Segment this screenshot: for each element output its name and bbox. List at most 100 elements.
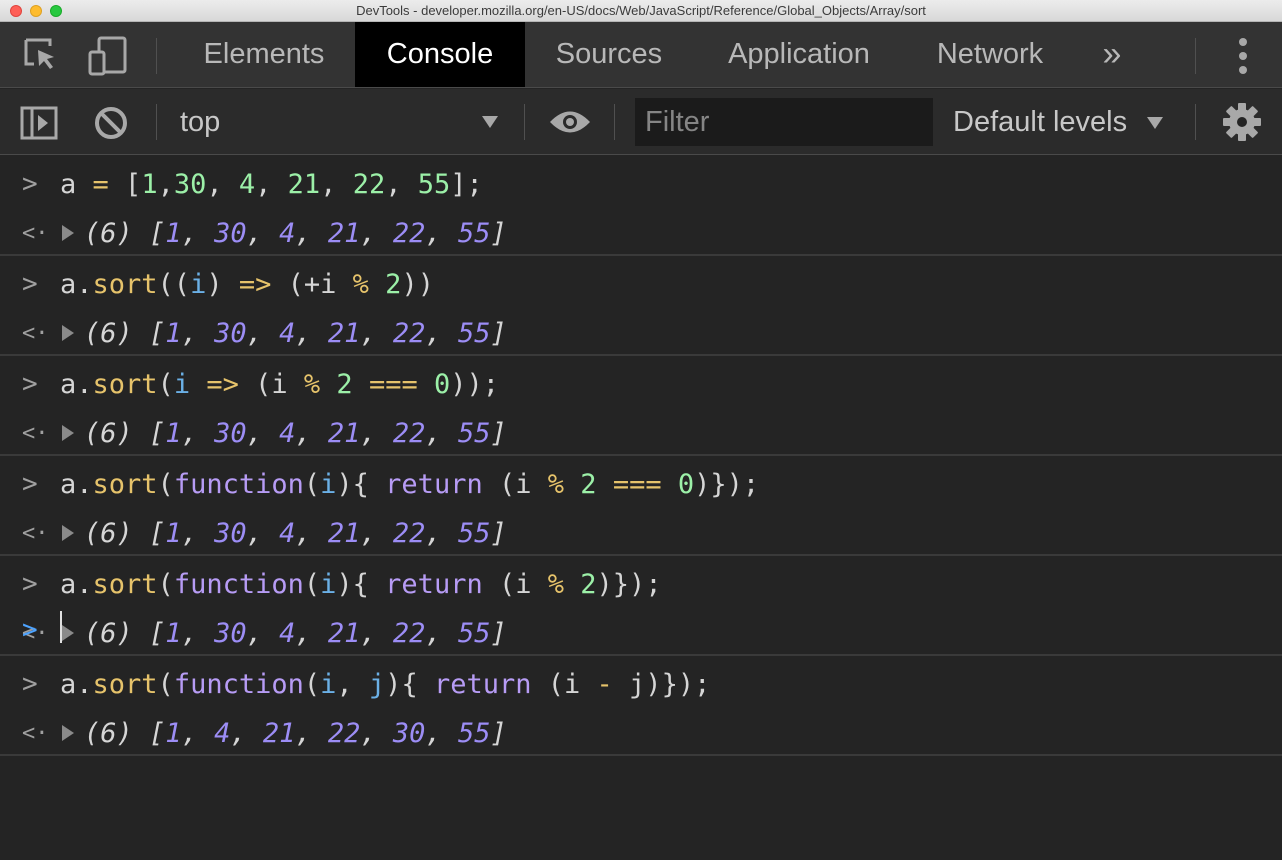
- array-result[interactable]: (6) [1, 30, 4, 21, 22, 55]: [62, 308, 507, 358]
- console-prompt-icon: >: [22, 615, 38, 645]
- expand-triangle-icon[interactable]: [62, 425, 74, 441]
- code-token: ===: [368, 368, 418, 400]
- expand-triangle-icon[interactable]: [62, 325, 74, 341]
- array-length: (6): [84, 217, 150, 249]
- input-chevron-icon: >: [22, 169, 38, 199]
- code-token: (: [303, 568, 321, 600]
- code-token: [: [125, 168, 142, 200]
- tab-application[interactable]: Application: [700, 22, 898, 87]
- code-token: sort: [92, 268, 158, 300]
- code-token: i: [320, 468, 337, 500]
- input-chevron-icon: >: [22, 369, 38, 399]
- console-input-code: a. sort(i => (i % 2 === 0));: [60, 359, 499, 409]
- toolbar-divider: [156, 38, 157, 74]
- array-value: 30: [214, 217, 247, 249]
- code-token: (: [303, 668, 321, 700]
- context-selector[interactable]: top: [180, 89, 220, 155]
- input-chevron-icon: >: [22, 669, 38, 699]
- tab-sources[interactable]: Sources: [530, 22, 688, 87]
- array-value: 30: [392, 717, 426, 749]
- code-token: %: [547, 468, 565, 500]
- console-entry: > a. sort(i => (i % 2 === 0)); <· (6) [1, 30…: [0, 356, 1282, 456]
- code-token: 2: [580, 568, 597, 600]
- code-token: ): [206, 268, 239, 300]
- toolbar-divider: [156, 104, 157, 140]
- tab-console[interactable]: Console: [355, 22, 525, 87]
- zoom-window-button[interactable]: [50, 5, 62, 17]
- code-token: sort: [92, 568, 158, 600]
- array-result[interactable]: (6) [1, 4, 21, 22, 30, 55]: [62, 708, 507, 758]
- console-result-line: <· (6) [1, 30, 4, 21, 22, 55]: [0, 408, 1282, 458]
- array-value: 1: [165, 717, 182, 749]
- console-input-code: a = [1, 30, 4, 21, 22, 55];: [60, 159, 483, 209]
- array-length: (6): [84, 717, 150, 749]
- console-entry: > a = [1, 30, 4, 21, 22, 55]; <· (6) [1, 30,…: [0, 156, 1282, 256]
- array-value: 21: [327, 317, 361, 349]
- console-input-code: a. sort(function(i){ return (i % 2)});: [60, 559, 662, 609]
- expand-triangle-icon[interactable]: [62, 625, 74, 641]
- code-token: =>: [238, 268, 272, 300]
- code-token: function: [173, 668, 304, 700]
- expand-triangle-icon[interactable]: [62, 525, 74, 541]
- code-token: (: [157, 468, 174, 500]
- code-token: =: [76, 168, 126, 200]
- device-toolbar-icon[interactable]: [88, 36, 128, 76]
- array-value: 22: [392, 417, 426, 449]
- tab-elements[interactable]: Elements: [176, 22, 352, 87]
- sidebar-toggle-icon[interactable]: [20, 106, 58, 140]
- code-token: a: [60, 168, 77, 200]
- eye-icon[interactable]: [548, 109, 592, 135]
- code-token: i: [173, 368, 191, 400]
- array-result[interactable]: (6) [1, 30, 4, 21, 22, 55]: [62, 208, 507, 258]
- code-token: function: [173, 568, 304, 600]
- array-result[interactable]: (6) [1, 30, 4, 21, 22, 55]: [62, 408, 507, 458]
- console-input-caret[interactable]: [60, 611, 62, 643]
- array-value: 21: [327, 217, 361, 249]
- code-token: ));: [450, 368, 500, 400]
- array-value: 4: [279, 317, 296, 349]
- code-token: )): [401, 268, 434, 300]
- code-token: )});: [694, 468, 760, 500]
- filter-input[interactable]: [635, 98, 933, 146]
- array-value: 22: [392, 217, 426, 249]
- console-input-line: > a. sort(function(i){ return (i % 2 === 0…: [0, 459, 1282, 509]
- array-value: 22: [327, 717, 361, 749]
- array-value: 55: [457, 217, 491, 249]
- toolbar-divider: [1195, 38, 1196, 74]
- tab-network[interactable]: Network: [910, 22, 1070, 87]
- inspect-element-icon[interactable]: [22, 36, 62, 76]
- chevron-down-icon[interactable]: [1145, 112, 1165, 132]
- vertical-dots-icon[interactable]: [1226, 36, 1260, 76]
- code-token: %: [352, 268, 369, 300]
- expand-triangle-icon[interactable]: [62, 725, 74, 741]
- double-chevron-right-icon[interactable]: »: [1092, 22, 1132, 87]
- array-value: 1: [165, 317, 182, 349]
- close-window-button[interactable]: [10, 5, 22, 17]
- console-input-line: > a. sort(i => (i % 2 === 0));: [0, 359, 1282, 409]
- result-arrow-icon: <·: [22, 220, 49, 246]
- array-result[interactable]: (6) [1, 30, 4, 21, 22, 55]: [62, 608, 507, 658]
- code-token: ): [336, 568, 353, 600]
- minimize-window-button[interactable]: [30, 5, 42, 17]
- console-input-line: > a. sort((i) => (+i % 2)): [0, 259, 1282, 309]
- clear-console-icon[interactable]: [94, 106, 128, 140]
- code-token: 2: [385, 268, 402, 300]
- chevron-down-icon[interactable]: [480, 111, 500, 131]
- gear-icon[interactable]: [1222, 102, 1262, 142]
- console-output[interactable]: > a = [1, 30, 4, 21, 22, 55]; <· (6) [1, 30,…: [0, 156, 1282, 860]
- code-token: 30: [173, 168, 207, 200]
- log-levels-dropdown[interactable]: Default levels: [953, 89, 1127, 155]
- code-token: (: [157, 568, 174, 600]
- result-arrow-icon: <·: [22, 520, 49, 546]
- code-token: {: [352, 568, 386, 600]
- console-input-code: a. sort((i) => (+i % 2)): [60, 259, 434, 309]
- code-token: i: [320, 668, 337, 700]
- code-token: =>: [206, 368, 239, 400]
- array-result[interactable]: (6) [1, 30, 4, 21, 22, 55]: [62, 508, 507, 558]
- expand-triangle-icon[interactable]: [62, 225, 74, 241]
- array-value: 30: [214, 517, 247, 549]
- console-result-line: <· (6) [1, 30, 4, 21, 22, 55]: [0, 608, 1282, 658]
- code-token: ,: [157, 168, 174, 200]
- array-length: (6): [84, 417, 150, 449]
